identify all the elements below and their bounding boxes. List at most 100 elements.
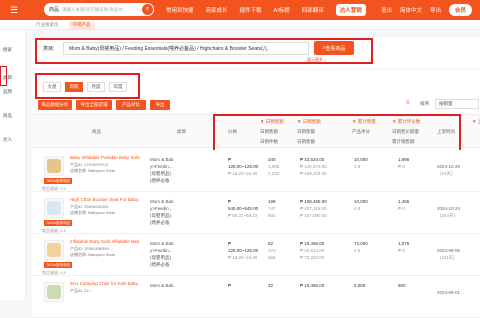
view-toggle: ≡ xyxy=(406,100,410,106)
sales-line: 565 xyxy=(268,255,276,260)
category-highlight: 类目: Mom & Baby(母婴用品) / Feeding Essential… xyxy=(35,38,373,64)
table-row[interactable]: TikTok推荐商品 Inflatable Baby Sofa Inflatabl… xyxy=(32,234,480,276)
reviews-cell: 1,996 ₱ 0 xyxy=(398,156,409,170)
tab-overall[interactable]: 大盘 xyxy=(43,82,61,92)
price-cell: ₱ xyxy=(228,282,231,289)
revenue-line: ₱ 437,090.00 xyxy=(300,213,327,218)
revenue-cell: ₱ 10,496.00 xyxy=(300,282,324,289)
category-line: Mom & Bab xyxy=(150,199,174,204)
listed-date: 2024-09-06 xyxy=(437,248,461,253)
user-avatar-button[interactable]: 会员 xyxy=(448,4,472,16)
price-line: ₱ xyxy=(228,157,232,162)
menu-icon[interactable]: ☰ xyxy=(0,0,28,20)
period-tabs-highlight: 大盘 周期 月度 年度 xyxy=(35,73,140,99)
revenue-line: ₱ 10,496.00 xyxy=(300,283,325,288)
listed-date: 2024-10-24 xyxy=(437,206,461,211)
product-thumbnail[interactable] xyxy=(44,282,64,302)
listed-date: 2024-09-01 xyxy=(437,290,461,295)
influencer-button[interactable]: 达人营销 xyxy=(335,4,366,16)
price-line: ₱ xyxy=(228,199,232,204)
tab-hot-products[interactable]: 热销产品 xyxy=(68,20,95,29)
language-select[interactable]: 简体中文 xyxy=(400,6,422,14)
total-line: 72,000 xyxy=(354,241,368,246)
reviews-line: 1,996 xyxy=(398,157,410,162)
tab-monthly[interactable]: 月度 xyxy=(87,82,105,92)
sidebar-item-brand[interactable]: 品牌 xyxy=(0,86,26,98)
product-name-link[interactable]: Baby Inflatable Portable Baby Sofa... xyxy=(70,155,140,160)
category-line: (母婴用品) xyxy=(150,255,171,260)
nav-item-translate[interactable]: 四部翻译 xyxy=(302,6,324,14)
category-line: (喂养必备 xyxy=(150,178,170,183)
category-line: y>Feedin... xyxy=(150,248,173,253)
sidebar-highlight xyxy=(0,66,7,86)
table-row[interactable]: TikTok推荐商品 Baby Inflatable Portable Baby … xyxy=(32,150,480,192)
sales-line: 32 xyxy=(268,283,274,288)
table-row[interactable]: 2in1 Camping Chair for Kids Baby... 产品ID:… xyxy=(32,276,480,318)
price-cell: ₱ 545.00~545.00 ₱ 69.22~69.22 xyxy=(228,198,258,219)
daily-sales-cell: 340 1,095 1,240 xyxy=(268,156,279,177)
product-name-link[interactable]: High Chair Booster Seat For Baby... xyxy=(70,197,140,202)
total-sales-cell: 10,000 4.8 xyxy=(354,198,368,212)
product-id: 产品ID: 22 ... xyxy=(70,288,94,293)
product-image xyxy=(47,159,61,173)
shop-name: 店铺名称: Babywoo Store xyxy=(70,210,116,215)
tab-industry-search[interactable]: 行业搜索页 xyxy=(32,21,63,29)
listed-days: (10天) xyxy=(440,171,453,176)
right-nav: 退出 简体中文 导出 会员 xyxy=(373,0,472,20)
listed-date: 2024-10-29 xyxy=(437,164,461,169)
revenue-line: ₱ 10,496.00 xyxy=(300,241,325,246)
price-line: 545.00~545.00 xyxy=(228,206,259,211)
category-line: y>Feedin... xyxy=(150,164,173,169)
price-cell: ₱ 128.00~128.00 ₱ 16.20~16.26 xyxy=(228,240,258,261)
category-line: Mom & Bab xyxy=(150,157,174,162)
product-thumbnail[interactable] xyxy=(44,156,64,176)
total-sales-cell: 72,000 4.8 xyxy=(354,240,368,254)
search-input[interactable]: 商品 请输入关键词/店铺名称/商品ID xyxy=(44,3,152,16)
revenue-line: ₱ 43,520.00 xyxy=(300,157,325,162)
price-line: 128.00~128.00 xyxy=(228,248,259,253)
daily-sales-cell: 82 370 565 xyxy=(268,240,276,261)
category-line: Mom & Bab xyxy=(150,241,174,246)
listed-days: (264天) xyxy=(440,213,456,218)
view-products-button[interactable]: ⌕ 查看商品 xyxy=(314,41,354,55)
main-nav: 常用到快捷 商家成长 插件下载 AI标题 四部翻译 达人营销 xyxy=(166,0,378,20)
show-more-link[interactable]: 展示更多 > xyxy=(307,57,326,63)
search-category-select[interactable]: 商品 xyxy=(49,6,59,13)
nav-item-growth[interactable]: 商家成长 xyxy=(206,6,228,14)
tab-yearly[interactable]: 年度 xyxy=(109,82,127,92)
daily-sales-cell: 199 747 802 xyxy=(268,198,276,219)
product-compare-button[interactable]: 产品对比 xyxy=(116,100,146,110)
price-cell: ₱ 128.00~128.00 ₱ 16.20~16.26 xyxy=(228,156,258,177)
product-name-link[interactable]: Inflatable Baby Sofa Inflatable Bab... xyxy=(70,239,140,244)
export-all-shops-button[interactable]: 导出全部店铺 xyxy=(76,100,112,110)
sales-line: 199 xyxy=(268,199,276,204)
list-view-icon[interactable]: ≡ xyxy=(406,100,410,106)
product-thumbnail[interactable] xyxy=(44,240,64,260)
category-cell: Mom & Bab xyxy=(150,282,174,289)
nav-item-plugin[interactable]: 插件下载 xyxy=(240,6,262,14)
search-icon[interactable]: ⌕ xyxy=(141,3,154,16)
sales-line: 802 xyxy=(268,213,276,218)
revenue-line: ₱ 407,115.00 xyxy=(300,206,327,211)
product-analysis-button[interactable]: 商品数据分析 xyxy=(38,100,72,110)
top-bar: ☰ 商品 请输入关键词/店铺名称/商品ID ⌕ 常用到快捷 商家成长 插件下载 … xyxy=(0,0,480,20)
export-button[interactable]: 导出 xyxy=(150,100,170,110)
sort-select[interactable]: 按销量 xyxy=(435,99,479,109)
category-path-field[interactable]: Mom & Baby(母婴用品) / Feeding Essentials(喂养… xyxy=(63,42,309,55)
sort-label: 排序: xyxy=(420,101,431,106)
product-thumbnail[interactable] xyxy=(44,198,64,218)
total-sales-cell: 6,000 xyxy=(354,282,365,289)
sidebar-item-influencer[interactable]: 达人 xyxy=(0,134,26,146)
price-line: ₱ 16.20~16.26 xyxy=(228,255,258,260)
tab-period[interactable]: 周期 xyxy=(65,82,83,92)
recommend-badge: TikTok推荐商品 xyxy=(44,178,72,184)
export-link[interactable]: 导出 xyxy=(430,6,441,14)
nav-item-ai-title[interactable]: AI标题 xyxy=(274,6,290,14)
table-row[interactable]: TikTok推荐商品 High Chair Booster Seat For Ba… xyxy=(32,192,480,234)
sidebar-item-search[interactable]: 搜索 xyxy=(0,44,26,56)
nav-item-common[interactable]: 常用到快捷 xyxy=(166,6,194,14)
product-name-link[interactable]: 2in1 Camping Chair for Kids Baby... xyxy=(70,281,140,286)
sales-line: 82 xyxy=(268,241,274,246)
sidebar-item-product[interactable]: 商品 xyxy=(0,110,26,122)
logout-link[interactable]: 退出 xyxy=(381,6,392,14)
